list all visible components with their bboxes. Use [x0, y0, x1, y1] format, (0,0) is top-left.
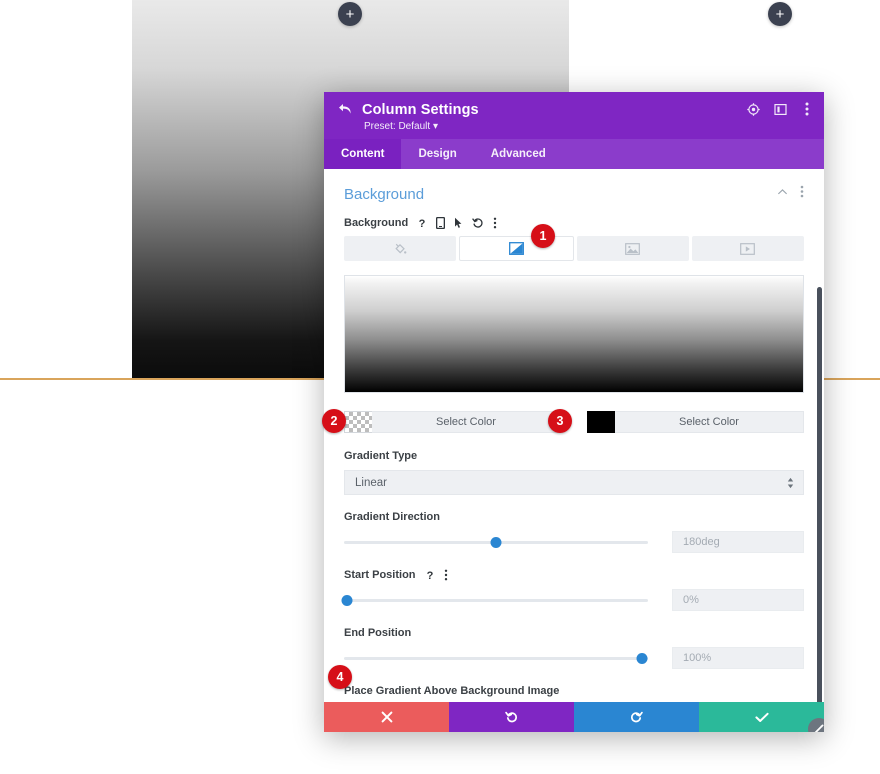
background-type-tabs — [344, 236, 804, 261]
modal-body: Background Background ? Select Color Sel… — [324, 169, 824, 702]
background-field-label-row: Background ? — [344, 217, 804, 229]
help-icon[interactable]: ? — [417, 217, 427, 229]
background-type-video-tab[interactable] — [691, 236, 804, 261]
help-icon[interactable]: ? — [425, 569, 435, 581]
left-color-stop: Select Color — [344, 411, 561, 433]
redo-icon — [631, 711, 643, 722]
left-select-color-button[interactable]: Select Color — [372, 411, 561, 433]
place-gradient-group: Place Gradient Above Background Image YE… — [344, 685, 804, 702]
annotation-badge-3: 3 — [548, 409, 572, 433]
gradient-type-group: Gradient Type Linear — [344, 450, 804, 495]
modal-header-icons — [746, 102, 814, 116]
annotation-badge-4: 4 — [328, 665, 352, 689]
background-type-gradient-tab[interactable] — [459, 236, 574, 261]
slider-track — [344, 598, 648, 602]
screen: + + Column Settings Preset: Default ▾ Co… — [0, 0, 880, 774]
gradient-type-value: Linear — [355, 476, 387, 489]
tab-advanced[interactable]: Advanced — [474, 139, 563, 169]
resize-handle-icon[interactable] — [808, 718, 824, 732]
cursor-icon[interactable] — [454, 217, 463, 229]
start-position-label: Start Position — [344, 569, 416, 581]
more-vertical-icon[interactable] — [800, 102, 814, 116]
plus-icon: + — [345, 5, 355, 23]
tab-design[interactable]: Design — [401, 139, 473, 169]
more-vertical-icon[interactable] — [444, 569, 448, 581]
start-position-slider[interactable] — [341, 592, 648, 608]
slider-knob[interactable] — [636, 652, 648, 664]
section-title: Background — [344, 185, 425, 203]
more-vertical-icon[interactable] — [800, 185, 804, 203]
target-icon[interactable] — [746, 102, 760, 116]
reset-icon[interactable] — [472, 217, 484, 229]
modal-preset[interactable]: Preset: Default ▾ — [364, 121, 810, 132]
annotation-badge-2: 2 — [322, 409, 346, 433]
end-position-group: End Position 100% — [344, 627, 804, 669]
mobile-icon[interactable] — [436, 217, 446, 229]
gradient-direction-group: Gradient Direction 180deg — [344, 511, 804, 553]
svg-text:?: ? — [426, 570, 433, 581]
place-gradient-label: Place Gradient Above Background Image — [344, 685, 560, 697]
right-color-swatch[interactable] — [587, 411, 615, 433]
undo-button[interactable] — [449, 702, 574, 732]
gradient-direction-value[interactable]: 180deg — [672, 531, 804, 553]
plus-icon: + — [775, 5, 785, 23]
gradient-type-label: Gradient Type — [344, 450, 418, 462]
background-type-color-tab[interactable] — [344, 236, 457, 261]
left-color-swatch[interactable] — [344, 411, 372, 433]
tab-label: Advanced — [490, 148, 546, 160]
gradient-type-select[interactable]: Linear — [344, 470, 804, 495]
right-color-stop: Select Color — [587, 411, 804, 433]
background-field-label: Background — [344, 217, 409, 229]
save-button[interactable] — [699, 702, 824, 732]
modal-header: Column Settings Preset: Default ▾ — [324, 92, 824, 139]
undo-icon — [505, 711, 517, 722]
select-arrows-icon — [787, 477, 794, 488]
back-arrow-icon[interactable] — [338, 103, 352, 117]
modal-scrollbar[interactable] — [817, 287, 822, 702]
cancel-button[interactable] — [324, 702, 449, 732]
gradient-direction-label: Gradient Direction — [344, 511, 440, 523]
svg-text:?: ? — [419, 218, 426, 229]
gradient-direction-slider[interactable] — [344, 534, 648, 550]
add-row-button-left[interactable]: + — [338, 2, 362, 26]
end-position-value[interactable]: 100% — [672, 647, 804, 669]
add-row-button-right[interactable]: + — [768, 2, 792, 26]
modal-title: Column Settings — [362, 102, 479, 118]
check-icon — [754, 712, 769, 722]
preset-label: Preset: Default — [364, 121, 431, 132]
slider-track — [344, 656, 648, 660]
background-section-header: Background — [344, 185, 804, 203]
end-position-slider[interactable] — [344, 650, 648, 666]
chevron-down-icon: ▾ — [432, 121, 438, 132]
modal-action-bar — [324, 702, 824, 732]
chevron-up-icon[interactable] — [777, 185, 788, 203]
right-select-color-button[interactable]: Select Color — [615, 411, 804, 433]
tab-content[interactable]: Content — [324, 139, 402, 169]
annotation-badge-1: 1 — [531, 224, 555, 248]
end-position-label: End Position — [344, 627, 412, 639]
slider-knob[interactable] — [341, 594, 353, 606]
gradient-preview — [344, 275, 804, 393]
layout-panel-icon[interactable] — [773, 102, 787, 116]
start-position-value[interactable]: 0% — [672, 589, 804, 611]
background-type-image-tab[interactable] — [576, 236, 689, 261]
slider-knob[interactable] — [490, 536, 502, 548]
start-position-group: Start Position ? 0% — [341, 569, 804, 611]
gradient-color-stops: Select Color Select Color — [344, 411, 804, 433]
tab-label: Content — [341, 148, 385, 160]
column-settings-modal: Column Settings Preset: Default ▾ Conten… — [324, 92, 824, 732]
close-icon — [381, 711, 392, 723]
start-position-label-row: Start Position ? — [344, 569, 804, 581]
redo-button[interactable] — [574, 702, 699, 732]
modal-tabs: Content Design Advanced — [324, 139, 824, 169]
more-vertical-icon[interactable] — [493, 217, 497, 229]
tab-label: Design — [418, 148, 457, 160]
